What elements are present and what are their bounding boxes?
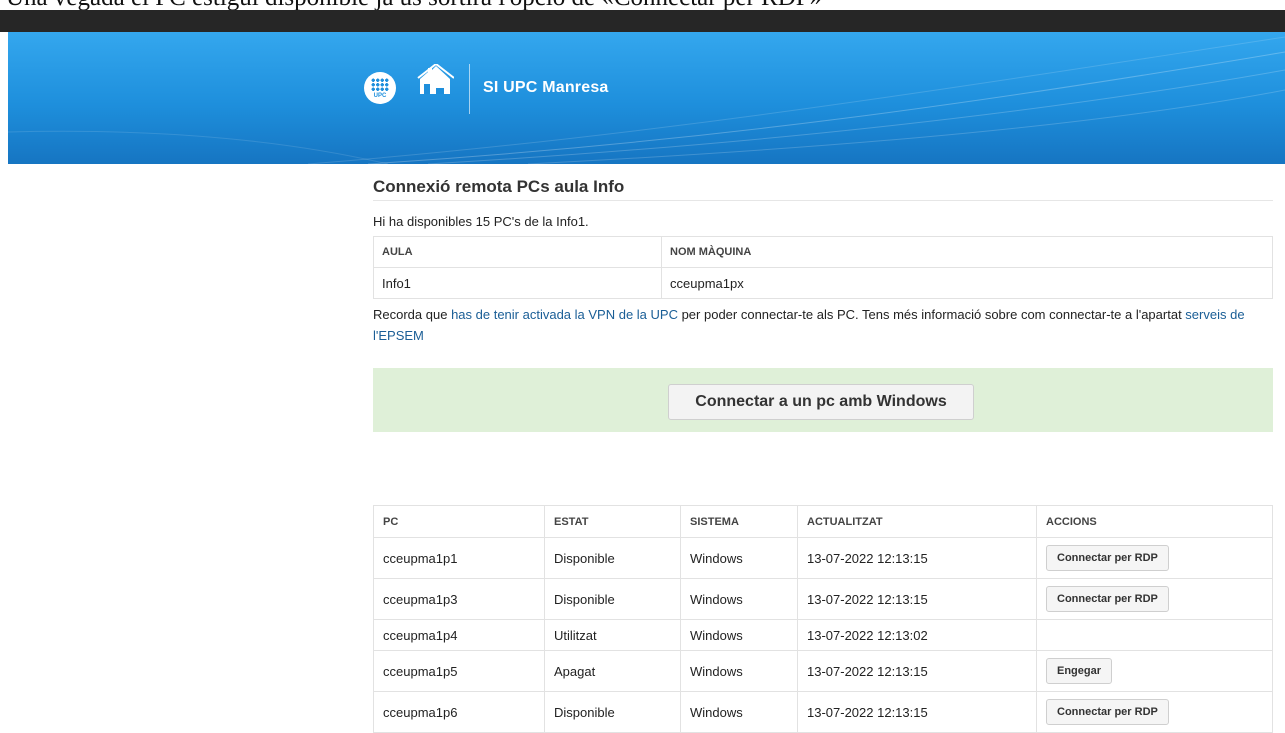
upc-logo[interactable]: UPC bbox=[364, 72, 396, 104]
cell-accions: Connectar per RDP bbox=[1036, 537, 1273, 579]
cell-pc: cceupma1p3 bbox=[373, 578, 545, 620]
available-count-text: Hi ha disponibles 15 PC's de la Info1. bbox=[373, 214, 589, 229]
browser-top-bar bbox=[0, 10, 1285, 32]
table-header-row: AULA NOM MÀQUINA bbox=[373, 236, 1273, 268]
connect-windows-pc-button[interactable]: Connectar a un pc amb Windows bbox=[668, 384, 974, 420]
cell-sistema: Windows bbox=[680, 537, 798, 579]
connect-rdp-button[interactable]: Connectar per RDP bbox=[1046, 699, 1169, 725]
header-nom-maquina: NOM MÀQUINA bbox=[661, 236, 1273, 268]
header-aula: AULA bbox=[373, 236, 662, 268]
cell-actualitzat: 13-07-2022 12:13:15 bbox=[797, 650, 1037, 692]
cell-nom-maquina: cceupma1px bbox=[661, 267, 1273, 299]
cell-estat: Apagat bbox=[544, 650, 681, 692]
cell-estat: Disponible bbox=[544, 537, 681, 579]
power-on-button[interactable]: Engegar bbox=[1046, 658, 1113, 684]
header-separator bbox=[469, 64, 470, 114]
vpn-notice: Recorda que has de tenir activada la VPN… bbox=[373, 304, 1278, 346]
cell-actualitzat: 13-07-2022 12:13:15 bbox=[797, 537, 1037, 579]
header-pc: PC bbox=[373, 505, 545, 538]
cell-estat: Utilitzat bbox=[544, 619, 681, 651]
cell-pc: cceupma1p4 bbox=[373, 619, 545, 651]
connect-rdp-button[interactable]: Connectar per RDP bbox=[1046, 545, 1169, 571]
slide-caption: Una vegada el PC estigui disponible ja u… bbox=[0, 0, 1285, 10]
header-actualitzat: ACTUALITZAT bbox=[797, 505, 1037, 538]
page-title: Connexió remota PCs aula Info bbox=[373, 177, 625, 196]
site-title[interactable]: SI UPC Manresa bbox=[483, 79, 609, 97]
notice-middle: per poder connectar-te als PC. Tens més … bbox=[677, 307, 1186, 322]
notice-prefix: Recorda que bbox=[373, 307, 452, 322]
header-sistema: SISTEMA bbox=[680, 505, 798, 538]
cell-accions: Connectar per RDP bbox=[1036, 691, 1273, 733]
vpn-link[interactable]: has de tenir activada la VPN de la UPC bbox=[451, 307, 678, 322]
classroom-info-table: AULA NOM MÀQUINA Info1 cceupma1px bbox=[373, 236, 1273, 299]
table-row: cceupma1p3 Disponible Windows 13-07-2022… bbox=[373, 578, 1273, 620]
upc-logo-dots bbox=[371, 78, 389, 92]
cell-estat: Disponible bbox=[544, 578, 681, 620]
cell-accions: Engegar bbox=[1036, 650, 1273, 692]
cell-accions bbox=[1036, 619, 1273, 651]
table-row: cceupma1p4 Utilitzat Windows 13-07-2022 … bbox=[373, 619, 1273, 651]
table-row: cceupma1p6 Disponible Windows 13-07-2022… bbox=[373, 691, 1273, 733]
cell-actualitzat: 13-07-2022 12:13:15 bbox=[797, 578, 1037, 620]
cell-pc: cceupma1p6 bbox=[373, 691, 545, 733]
upc-logo-text: UPC bbox=[373, 93, 387, 99]
site-header: UPC SI UPC Manresa bbox=[8, 32, 1285, 164]
header-accions: ACCIONS bbox=[1036, 505, 1273, 538]
cell-sistema: Windows bbox=[680, 691, 798, 733]
epsem-house-icon bbox=[417, 64, 454, 94]
table-row: cceupma1p5 Apagat Windows 13-07-2022 12:… bbox=[373, 650, 1273, 692]
connect-rdp-button[interactable]: Connectar per RDP bbox=[1046, 586, 1169, 612]
table-row: cceupma1p1 Disponible Windows 13-07-2022… bbox=[373, 537, 1273, 579]
cell-sistema: Windows bbox=[680, 578, 798, 620]
cell-sistema: Windows bbox=[680, 619, 798, 651]
cell-accions: Connectar per RDP bbox=[1036, 578, 1273, 620]
connect-panel: Connectar a un pc amb Windows bbox=[373, 368, 1273, 432]
caption-text: Una vegada el PC estigui disponible ja u… bbox=[6, 0, 822, 10]
cell-actualitzat: 13-07-2022 12:13:02 bbox=[797, 619, 1037, 651]
table-row: Info1 cceupma1px bbox=[373, 267, 1273, 299]
cell-pc: cceupma1p1 bbox=[373, 537, 545, 579]
cell-actualitzat: 13-07-2022 12:13:15 bbox=[797, 691, 1037, 733]
cell-aula: Info1 bbox=[373, 267, 662, 299]
header-estat: ESTAT bbox=[544, 505, 681, 538]
cell-sistema: Windows bbox=[680, 650, 798, 692]
cell-estat: Disponible bbox=[544, 691, 681, 733]
header-wave-decoration bbox=[8, 36, 1285, 164]
title-divider bbox=[373, 200, 1273, 201]
table-header-row: PC ESTAT SISTEMA ACTUALITZAT ACCIONS bbox=[373, 505, 1273, 538]
pc-status-table: PC ESTAT SISTEMA ACTUALITZAT ACCIONS cce… bbox=[373, 505, 1273, 733]
cell-pc: cceupma1p5 bbox=[373, 650, 545, 692]
